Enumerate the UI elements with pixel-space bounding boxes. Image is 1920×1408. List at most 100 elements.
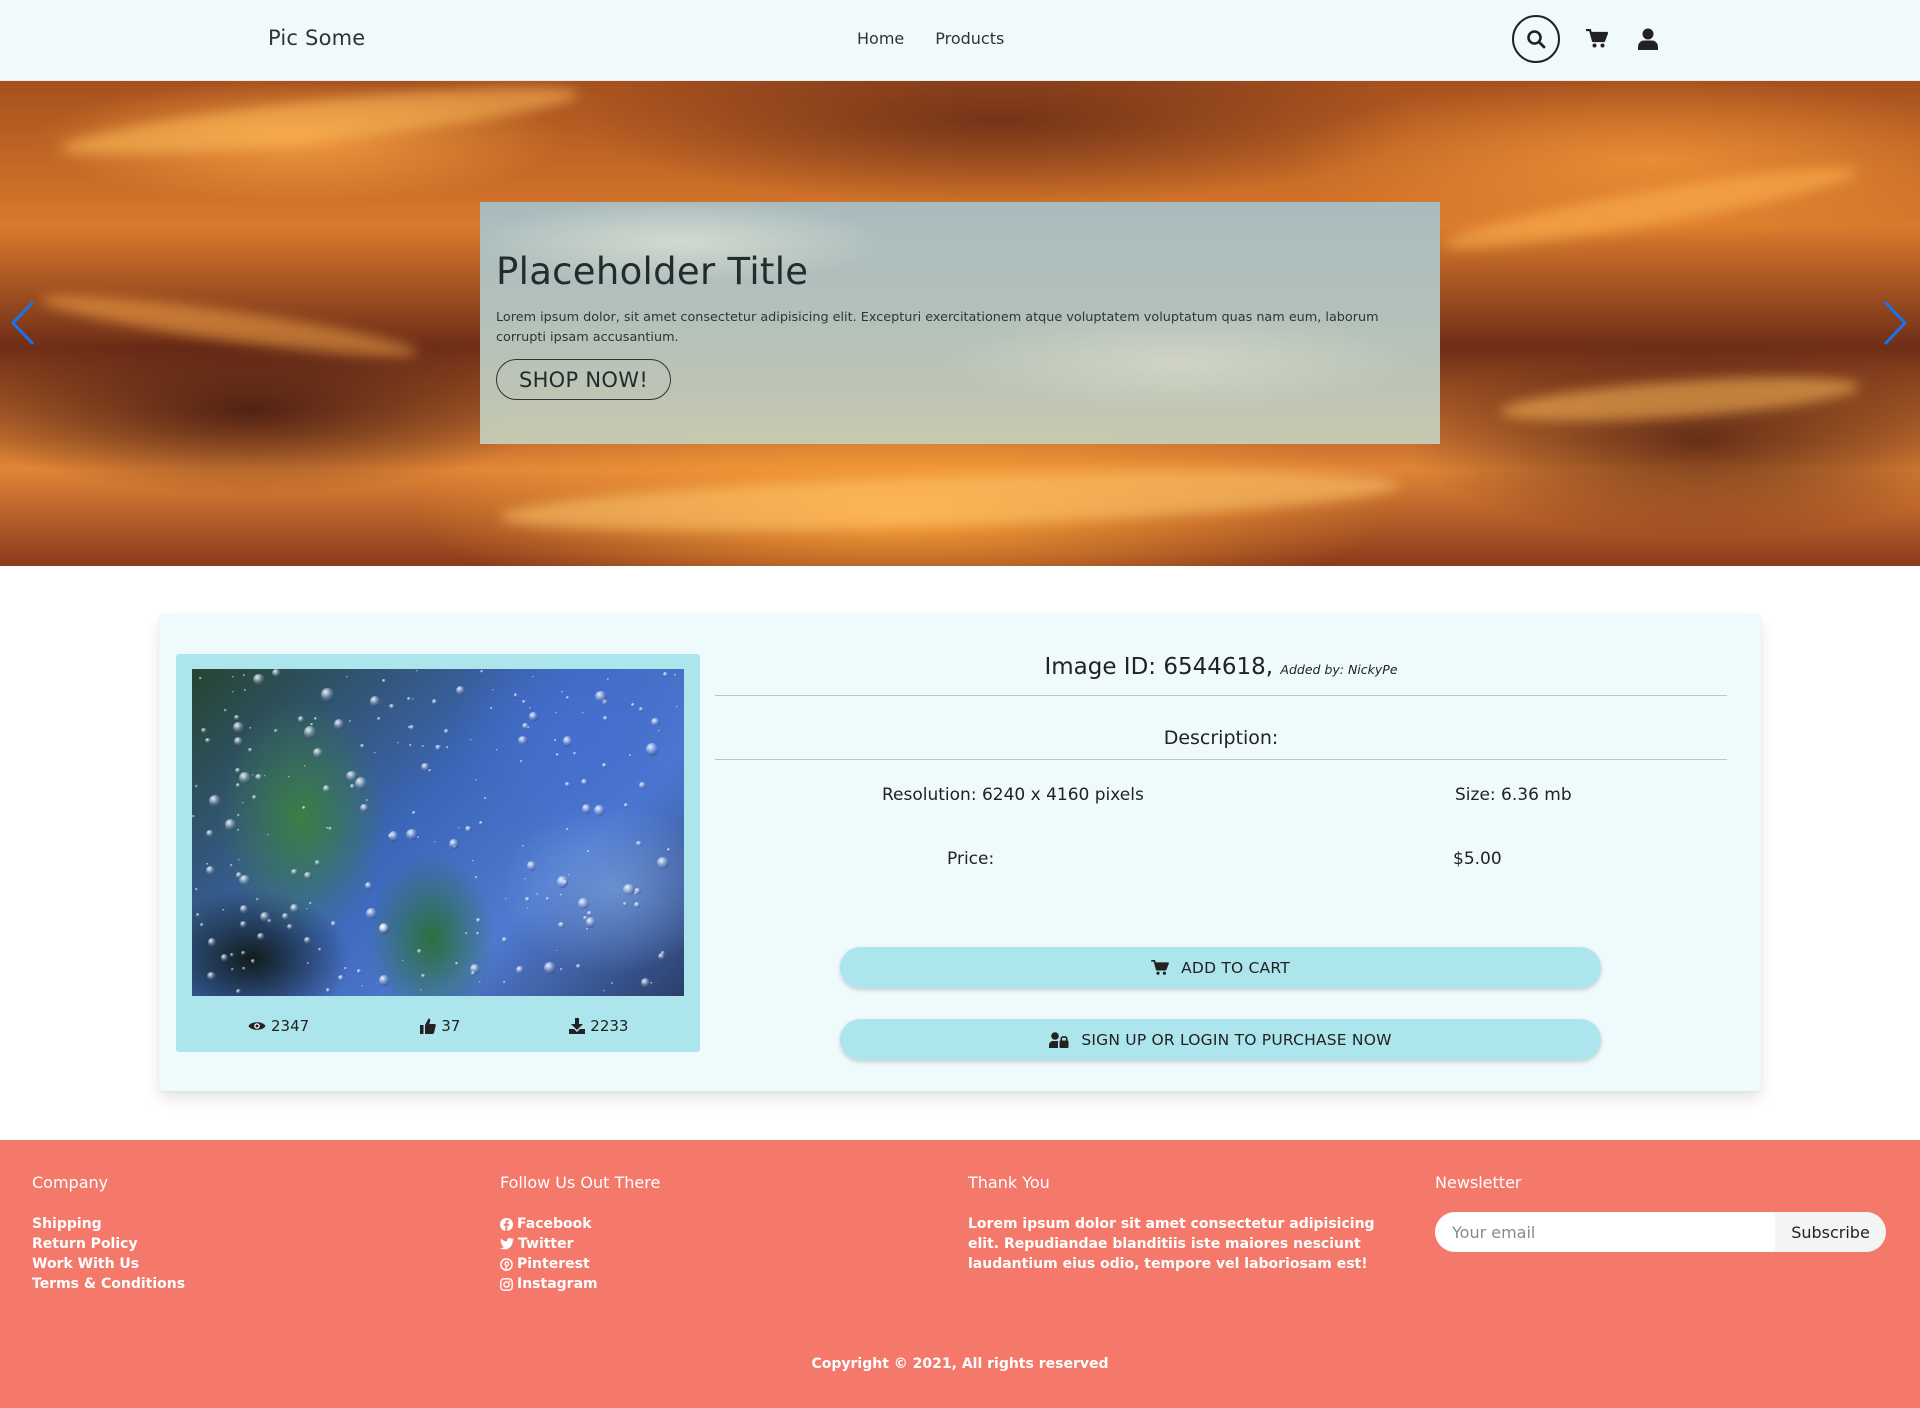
water-droplet — [624, 803, 629, 808]
water-droplet — [232, 691, 235, 694]
brand-logo[interactable]: Pic Some — [268, 26, 365, 50]
water-droplet — [396, 741, 399, 744]
water-droplet — [658, 730, 661, 733]
water-droplet — [208, 938, 217, 947]
downloads-stat[interactable]: 2233 — [569, 1017, 628, 1035]
water-droplet — [603, 716, 609, 722]
twitter-icon — [500, 1238, 514, 1250]
water-droplet — [657, 952, 666, 961]
water-droplet — [492, 689, 495, 692]
copyright: Copyright © 2021, All rights reserved — [811, 1356, 1109, 1372]
water-droplet — [249, 726, 253, 730]
product-image[interactable] — [192, 669, 684, 996]
water-droplet — [206, 971, 217, 980]
footer-follow-title: Follow Us Out There — [500, 1173, 661, 1192]
water-droplet — [235, 782, 241, 789]
water-droplet — [622, 884, 635, 896]
water-droplet — [241, 966, 246, 970]
likes-stat[interactable]: 37 — [420, 1017, 460, 1035]
water-droplet — [545, 896, 550, 901]
cloud-streak — [499, 460, 1401, 542]
water-droplet — [325, 988, 330, 993]
footer-link-facebook[interactable]: Facebook — [500, 1214, 660, 1234]
water-droplet — [405, 829, 418, 841]
twitter-label: Twitter — [518, 1236, 574, 1252]
water-droplet — [576, 964, 581, 970]
water-droplet — [415, 670, 418, 673]
water-droplet — [556, 875, 569, 889]
water-droplet — [421, 745, 425, 748]
instagram-label: Instagram — [517, 1276, 598, 1292]
water-droplet — [554, 711, 558, 714]
cloud-streak — [39, 284, 421, 368]
water-droplet — [234, 736, 243, 746]
subscribe-button[interactable]: Subscribe — [1775, 1212, 1886, 1252]
water-droplet — [291, 869, 298, 875]
water-droplet — [310, 722, 314, 726]
newsletter-email-input[interactable] — [1435, 1212, 1775, 1252]
product-card: 2347 37 2233 Image ID: 6544618, Added by… — [159, 614, 1761, 1091]
water-droplet — [361, 984, 364, 987]
water-droplet — [675, 706, 678, 709]
pinterest-label: Pinterest — [517, 1256, 590, 1272]
nav-link-home[interactable]: Home — [857, 29, 904, 48]
water-droplet — [501, 936, 507, 943]
carousel-prev-button[interactable] — [6, 296, 40, 350]
water-droplet — [566, 828, 569, 831]
user-icon — [1638, 28, 1658, 50]
water-droplet — [629, 754, 632, 757]
image-panel: 2347 37 2233 — [176, 654, 700, 1052]
footer-link-work-with-us[interactable]: Work With Us — [32, 1254, 185, 1274]
nav-link-products[interactable]: Products — [935, 29, 1004, 48]
footer-link-instagram[interactable]: Instagram — [500, 1274, 660, 1294]
price-label: Price: — [947, 849, 995, 869]
thumbs-up-icon — [420, 1018, 436, 1034]
water-droplet — [651, 717, 661, 727]
water-droplet — [445, 746, 449, 749]
water-droplet — [241, 802, 244, 805]
water-droplet — [527, 726, 531, 729]
water-droplet — [421, 763, 431, 771]
carousel-next-button[interactable] — [1878, 296, 1912, 350]
water-droplet — [206, 862, 209, 866]
newsletter-form: Subscribe — [1435, 1212, 1886, 1252]
water-droplet — [237, 828, 240, 832]
water-droplet — [457, 826, 461, 830]
water-droplet — [238, 859, 241, 862]
add-to-cart-button[interactable]: ADD TO CART — [840, 947, 1601, 988]
footer-thanks: Thank You Lorem ipsum dolor sit amet con… — [968, 1173, 1408, 1274]
water-droplet — [239, 905, 249, 915]
water-droplet — [365, 799, 369, 803]
water-droplet — [321, 687, 334, 702]
footer-link-shipping[interactable]: Shipping — [32, 1214, 185, 1234]
footer-link-pinterest[interactable]: Pinterest — [500, 1254, 660, 1274]
water-droplet — [529, 712, 538, 721]
water-droplet — [524, 897, 531, 903]
add-to-cart-label: ADD TO CART — [1181, 958, 1290, 977]
water-droplet — [205, 865, 215, 876]
water-droplet — [434, 841, 437, 843]
shop-now-button[interactable]: SHOP NOW! — [496, 359, 671, 400]
footer-link-return-policy[interactable]: Return Policy — [32, 1234, 185, 1254]
search-button[interactable] — [1512, 15, 1560, 63]
water-droplet — [290, 904, 299, 913]
signup-purchase-button[interactable]: SIGN UP OR LOGIN TO PURCHASE NOW — [840, 1019, 1601, 1060]
footer-link-terms[interactable]: Terms & Conditions — [32, 1274, 185, 1294]
water-droplet — [230, 863, 234, 867]
water-droplet — [192, 814, 196, 818]
water-droplet — [409, 724, 416, 731]
water-droplet — [479, 980, 482, 983]
water-droplet — [416, 835, 420, 839]
water-droplet — [365, 881, 373, 890]
water-droplet — [565, 696, 570, 700]
water-droplet — [567, 874, 570, 877]
user-button[interactable] — [1634, 25, 1662, 53]
footer-link-twitter[interactable]: Twitter — [500, 1234, 660, 1254]
footer-thanks-text: Lorem ipsum dolor sit amet consectetur a… — [968, 1216, 1375, 1272]
footer-newsletter: Newsletter — [1435, 1173, 1522, 1214]
water-droplet — [471, 971, 476, 976]
cart-button[interactable] — [1583, 25, 1611, 53]
water-droplet — [513, 693, 518, 698]
footer-company: Company Shipping Return Policy Work With… — [32, 1173, 185, 1294]
user-lock-icon — [1049, 1031, 1069, 1048]
